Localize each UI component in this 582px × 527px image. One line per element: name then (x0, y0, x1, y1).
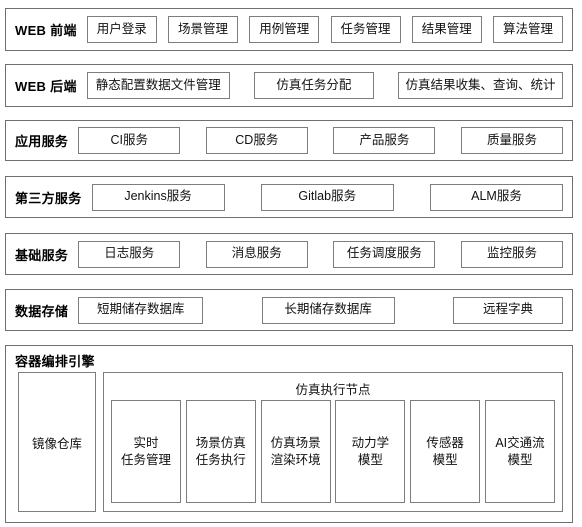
node-algorithm-management[interactable]: 算法管理 (493, 16, 563, 43)
node-simulation-task-allocation[interactable]: 仿真任务分配 (253, 72, 374, 99)
node-log-service[interactable]: 日志服务 (78, 240, 181, 268)
layer-label-base-service: 基础服务 (15, 247, 69, 263)
node-jenkins-service[interactable]: Jenkins服务 (91, 183, 225, 211)
node-ai-traffic-flow-model[interactable]: AI交通流 模型 (484, 400, 555, 503)
layer-web-backend: WEB 后端 静态配置数据文件管理 仿真任务分配 仿真结果收集、查询、统计 (5, 64, 573, 107)
layer-label-third-party-service: 第三方服务 (15, 190, 82, 206)
node-monitoring-service[interactable]: 监控服务 (460, 240, 563, 268)
node-sensor-model[interactable]: 传感器 模型 (410, 400, 481, 503)
layer-third-party-service: 第三方服务 Jenkins服务 Gitlab服务 ALM服务 (5, 176, 573, 218)
layer-label-application-service: 应用服务 (15, 134, 69, 149)
node-gitlab-service[interactable]: Gitlab服务 (260, 183, 394, 211)
node-short-term-database[interactable]: 短期储存数据库 (78, 296, 204, 324)
group-items-simulation-execution-node: 实时 任务管理 场景仿真 任务执行 仿真场景 渲染环境 动力学 模型 传感器 模… (111, 400, 555, 503)
layer-label-web-front: WEB 前端 (15, 23, 77, 38)
layer-items-web-backend: 静态配置数据文件管理 仿真任务分配 仿真结果收集、查询、统计 (83, 65, 572, 106)
layer-items-application-service: CI服务 CD服务 产品服务 质量服务 (74, 121, 572, 160)
layer-label-container-orchestration-engine: 容器编排引擎 (15, 354, 95, 369)
node-image-registry[interactable]: 镜像仓库 (18, 372, 96, 512)
layer-items-base-service: 日志服务 消息服务 任务调度服务 监控服务 (74, 234, 572, 274)
layer-application-service: 应用服务 CI服务 CD服务 产品服务 质量服务 (5, 120, 573, 161)
node-dynamics-model[interactable]: 动力学 模型 (335, 400, 406, 503)
layer-label-data-storage: 数据存储 (15, 303, 69, 319)
node-alm-service[interactable]: ALM服务 (429, 183, 563, 211)
group-simulation-execution-node: 仿真执行节点 实时 任务管理 场景仿真 任务执行 仿真场景 渲染环境 动力学 模… (103, 372, 563, 512)
layer-label-web-backend: WEB 后端 (15, 79, 77, 94)
node-user-login[interactable]: 用户登录 (86, 16, 157, 43)
node-long-term-database[interactable]: 长期储存数据库 (261, 296, 395, 324)
node-scene-simulation-task-execution[interactable]: 场景仿真 任务执行 (185, 400, 256, 503)
layer-data-storage: 数据存储 短期储存数据库 长期储存数据库 远程字典 (5, 289, 573, 331)
layer-base-service: 基础服务 日志服务 消息服务 任务调度服务 监控服务 (5, 233, 573, 275)
node-quality-service[interactable]: 质量服务 (460, 127, 563, 154)
node-case-management[interactable]: 用例管理 (249, 16, 320, 43)
node-simulation-result-collection[interactable]: 仿真结果收集、查询、统计 (398, 72, 563, 99)
node-scene-management[interactable]: 场景管理 (168, 16, 238, 43)
layer-container-orchestration-engine: 容器编排引擎 镜像仓库 仿真执行节点 实时 任务管理 场景仿真 任务执行 仿真场… (5, 345, 573, 523)
layer-items-third-party-service: Jenkins服务 Gitlab服务 ALM服务 (88, 177, 572, 217)
group-label-simulation-execution-node: 仿真执行节点 (295, 383, 371, 397)
architecture-diagram: WEB 前端 用户登录 场景管理 用例管理 任务管理 结果管理 算法管理 WEB… (0, 0, 582, 527)
node-cd-service[interactable]: CD服务 (205, 127, 308, 154)
node-realtime-task-management[interactable]: 实时 任务管理 (111, 400, 181, 503)
layer-web-front: WEB 前端 用户登录 场景管理 用例管理 任务管理 结果管理 算法管理 (5, 8, 573, 51)
node-remote-dictionary[interactable]: 远程字典 (452, 296, 563, 324)
node-task-scheduling-service[interactable]: 任务调度服务 (333, 240, 436, 268)
layer-items-data-storage: 短期储存数据库 长期储存数据库 远程字典 (74, 290, 572, 330)
node-static-config-file-management[interactable]: 静态配置数据文件管理 (86, 72, 230, 99)
node-product-service[interactable]: 产品服务 (333, 127, 436, 154)
node-result-management[interactable]: 结果管理 (411, 16, 482, 43)
node-simulation-scene-rendering-environment[interactable]: 仿真场景 渲染环境 (260, 400, 331, 503)
layer-items-web-front: 用户登录 场景管理 用例管理 任务管理 结果管理 算法管理 (83, 9, 572, 50)
node-ci-service[interactable]: CI服务 (78, 127, 181, 154)
node-message-service[interactable]: 消息服务 (205, 240, 308, 268)
node-task-management[interactable]: 任务管理 (330, 16, 401, 43)
